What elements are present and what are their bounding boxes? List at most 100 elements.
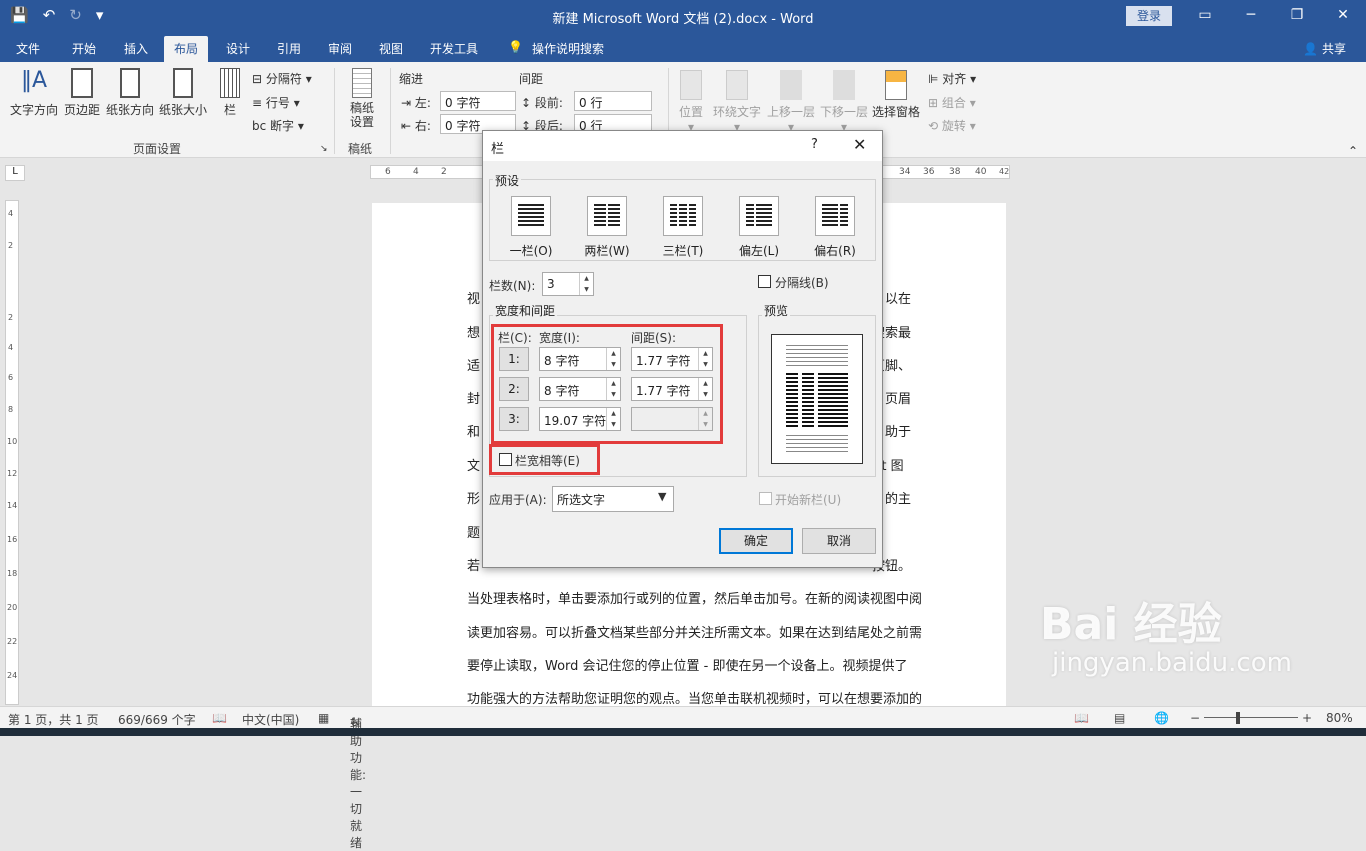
preset-left[interactable] bbox=[739, 196, 779, 236]
line-numbers-icon: ≡ bbox=[252, 96, 266, 110]
indent-left-icon: ⇥ bbox=[401, 96, 415, 110]
tab-file[interactable]: 文件 bbox=[16, 40, 40, 57]
bring-forward-icon bbox=[780, 70, 802, 100]
columns-icon bbox=[220, 68, 240, 98]
tab-insert[interactable]: 插入 bbox=[124, 40, 148, 57]
selection-pane-button[interactable]: 选择窗格 bbox=[870, 70, 922, 120]
zoom-level[interactable]: 80% bbox=[1326, 711, 1353, 725]
doc-text-fragment: 若 bbox=[467, 559, 481, 574]
num-columns-spinner[interactable]: ▲ ▼ bbox=[579, 273, 593, 295]
web-layout-icon[interactable]: 🌐 bbox=[1154, 711, 1169, 725]
tab-layout[interactable]: 布局 bbox=[164, 36, 209, 62]
baidu-watermark-logo: Bai 经验 bbox=[1040, 599, 1222, 650]
close-icon[interactable]: ✕ bbox=[853, 135, 866, 154]
align-button[interactable]: ⊫ 对齐 ▾ bbox=[928, 70, 976, 87]
page-count[interactable]: 第 1 页，共 1 页 bbox=[8, 711, 99, 728]
language[interactable]: 中文(中国) bbox=[242, 711, 299, 728]
columns-button[interactable]: 栏 bbox=[216, 68, 244, 118]
line-numbers-button[interactable]: ≡ 行号 ▾ bbox=[252, 94, 300, 111]
line-between-label: 分隔线(B) bbox=[775, 276, 829, 290]
size-button[interactable]: 纸张大小 bbox=[157, 68, 209, 118]
line-between-checkbox[interactable] bbox=[758, 275, 771, 288]
margins-icon bbox=[71, 68, 93, 98]
zoom-slider[interactable] bbox=[1204, 717, 1298, 718]
size-icon bbox=[173, 68, 193, 98]
hyphenation-icon: bc bbox=[252, 119, 271, 133]
manuscript-settings-button[interactable]: 稿纸 设置 bbox=[342, 68, 382, 129]
num-columns-label: 栏数(N): bbox=[489, 279, 536, 293]
preset-label: 偏左(L) bbox=[738, 244, 780, 258]
wrap-text-button[interactable]: 环绕文字 ▾ bbox=[710, 70, 764, 134]
preset-right[interactable] bbox=[815, 196, 855, 236]
share-button[interactable]: 👤 共享 bbox=[1303, 40, 1346, 57]
status-bar: 第 1 页，共 1 页 669/669 个字 📖 中文(中国) ▦ ♿ 辅助功能… bbox=[0, 706, 1366, 850]
tab-developer[interactable]: 开发工具 bbox=[430, 40, 478, 57]
tab-view[interactable]: 视图 bbox=[379, 40, 403, 57]
word-count[interactable]: 669/669 个字 bbox=[118, 711, 196, 728]
orientation-button[interactable]: 纸张方向 bbox=[105, 68, 155, 118]
tell-me-search[interactable]: 操作说明搜索 bbox=[532, 40, 604, 57]
title-bar: 💾 ↶ ↻ ▾ 新建 Microsoft Word 文档 (2).docx - … bbox=[0, 0, 1366, 32]
preset-two-columns[interactable] bbox=[587, 196, 627, 236]
rotate-icon: ⟲ bbox=[928, 119, 942, 133]
bring-forward-button[interactable]: 上移一层 ▾ bbox=[765, 70, 817, 134]
doc-text-fragment: 封 bbox=[467, 392, 481, 407]
breaks-button[interactable]: ⊟ 分隔符 ▾ bbox=[252, 70, 312, 87]
vertical-ruler[interactable]: 4 2 2 4 6 8 10 12 14 16 18 20 22 24 bbox=[5, 200, 19, 705]
tab-selector[interactable]: L bbox=[5, 165, 25, 181]
new-column-checkbox[interactable] bbox=[759, 492, 772, 505]
tab-design[interactable]: 设计 bbox=[226, 40, 250, 57]
manuscript-label: 稿纸 bbox=[348, 142, 373, 156]
preset-one-column[interactable] bbox=[511, 196, 551, 236]
page-setup-label: 页面设置 bbox=[133, 142, 182, 156]
cancel-button[interactable]: 取消 bbox=[802, 528, 876, 554]
read-mode-icon[interactable]: 📖 bbox=[1074, 711, 1089, 725]
margins-button[interactable]: 页边距 bbox=[63, 68, 101, 118]
spacing-before-icon: ↕ bbox=[521, 96, 535, 110]
columns-dialog: 栏 ? ✕ 预设 一栏(O) 两栏(W) 三栏(T) 偏左(L) 偏右(R) 栏… bbox=[482, 130, 883, 568]
doc-text-fragment: 题 bbox=[467, 526, 481, 541]
doc-text-fragment: 视 bbox=[467, 292, 481, 307]
dialog-title: 栏 bbox=[483, 131, 882, 161]
doc-text-fragment: 形 bbox=[467, 492, 481, 507]
apply-to-select[interactable]: 所选文字 bbox=[552, 486, 674, 512]
text-direction-icon: ‖A bbox=[20, 68, 48, 93]
zoom-slider-thumb[interactable] bbox=[1236, 712, 1240, 724]
print-layout-icon[interactable]: ▤ bbox=[1114, 711, 1125, 725]
help-icon[interactable]: ? bbox=[811, 137, 818, 152]
ok-button[interactable]: 确定 bbox=[719, 528, 793, 554]
hyphenation-button[interactable]: bc 断字 ▾ bbox=[252, 117, 304, 134]
minimize-icon[interactable]: ─ bbox=[1228, 0, 1274, 32]
group-button[interactable]: ⊞ 组合 ▾ bbox=[928, 94, 976, 111]
ribbon-display-icon[interactable]: ▭ bbox=[1182, 0, 1228, 32]
position-button[interactable]: 位置 ▾ bbox=[674, 70, 708, 134]
page-setup-launcher-icon[interactable]: ↘ bbox=[320, 144, 328, 154]
baidu-watermark-url: jingyan.baidu.com bbox=[1052, 648, 1292, 678]
spacing-before-input[interactable]: 0 行 bbox=[574, 91, 652, 111]
rotate-button[interactable]: ⟲ 旋转 ▾ bbox=[928, 117, 976, 134]
send-backward-button[interactable]: 下移一层 ▾ bbox=[818, 70, 870, 134]
tab-home[interactable]: 开始 bbox=[72, 40, 96, 57]
restore-icon[interactable]: ❐ bbox=[1274, 0, 1320, 32]
zoom-out-icon[interactable]: − bbox=[1190, 711, 1200, 725]
text-direction-button[interactable]: ‖A 文字方向 bbox=[8, 68, 60, 118]
chevron-down-icon[interactable]: ▼ bbox=[658, 490, 666, 503]
preset-three-columns[interactable] bbox=[663, 196, 703, 236]
login-button[interactable]: 登录 bbox=[1126, 6, 1172, 26]
doc-text-fragment: 文 bbox=[467, 459, 481, 474]
indent-left-input[interactable]: 0 字符 bbox=[440, 91, 516, 111]
collapse-ribbon-icon[interactable]: ⌃ bbox=[1348, 144, 1358, 158]
tab-review[interactable]: 审阅 bbox=[328, 40, 352, 57]
close-icon[interactable]: ✕ bbox=[1320, 0, 1366, 32]
macro-icon[interactable]: ▦ bbox=[318, 711, 329, 725]
spacing-before-label: ↕ 段前: bbox=[521, 96, 563, 110]
doc-line: 功能强大的方法帮助您证明您的观点。当您单击联机视频时，可以在想要添加的 bbox=[467, 692, 923, 707]
indent-right-label: ⇤ 右: bbox=[401, 119, 431, 133]
tab-references[interactable]: 引用 bbox=[277, 40, 301, 57]
position-icon bbox=[680, 70, 702, 100]
proofing-icon[interactable]: 📖 bbox=[212, 711, 227, 725]
doc-text-fragment: 和 bbox=[467, 425, 481, 440]
preset-label: 两栏(W) bbox=[584, 244, 630, 258]
zoom-in-icon[interactable]: + bbox=[1302, 711, 1312, 725]
preset-label: 偏右(R) bbox=[814, 244, 856, 258]
